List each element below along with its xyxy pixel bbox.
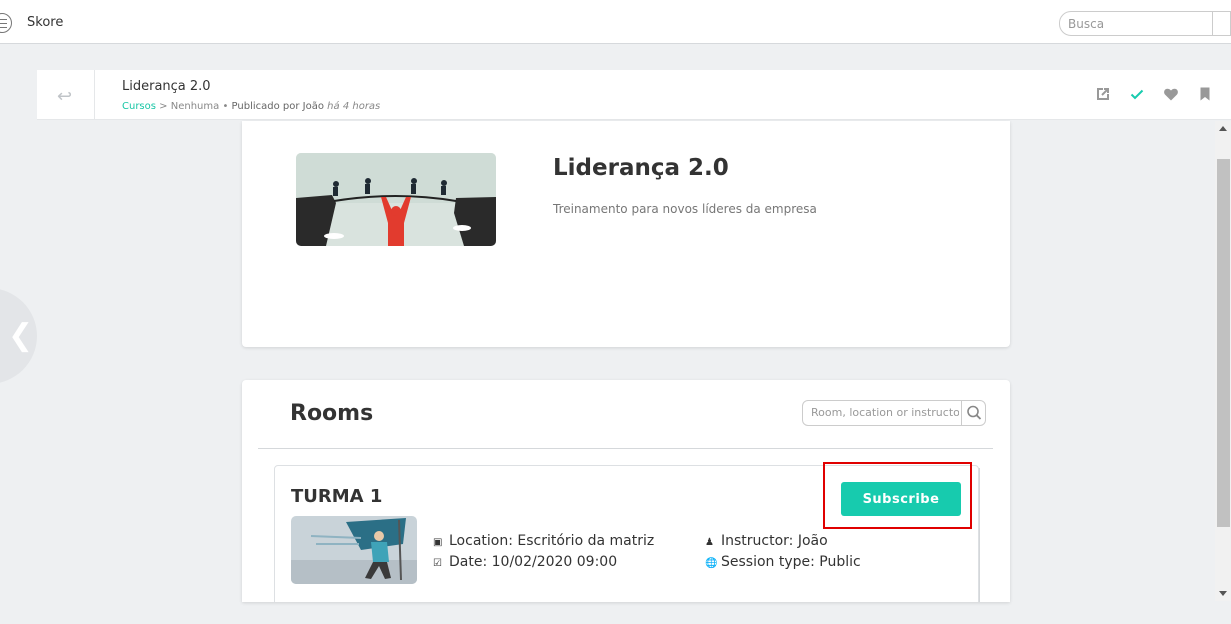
check-icon[interactable] [1129,86,1145,102]
previous-button[interactable]: ❮ [0,288,37,384]
external-link-icon[interactable] [1095,86,1111,102]
globe-icon: 🌐 [705,558,718,569]
room-search[interactable] [802,400,986,426]
calendar-check-icon: ☑ [433,558,442,569]
subscribe-highlight [823,462,972,529]
room-name: TURMA 1 [291,486,383,507]
breadcrumb: Cursos > Nenhuma • Publicado por João há… [122,101,380,112]
room-instructor-text: Instructor: João [721,533,828,549]
back-arrow-icon: ↩ [57,86,73,107]
room-date-text: Date: 10/02/2020 09:00 [449,554,618,570]
course-image [296,153,496,246]
room-search-button[interactable] [961,401,985,425]
breadcrumb-separator: > [159,101,168,112]
course-description: Treinamento para novos líderes da empres… [553,202,817,216]
course-card: Liderança 2.0 Treinamento para novos líd… [242,121,1010,347]
content-header: ↩ Liderança 2.0 Cursos > Nenhuma • Publi… [37,70,1231,120]
room-search-input[interactable] [811,406,959,419]
content-title: Liderança 2.0 [122,79,211,94]
scrollbar[interactable] [1215,121,1231,601]
bookmark-icon[interactable] [1197,86,1213,102]
top-bar: Skore [0,0,1231,44]
room-date: ☑ Date: 10/02/2020 09:00 [433,554,617,570]
room-location-text: Location: Escritório da matriz [449,533,655,549]
breadcrumb-subcategory: Nenhuma [170,101,220,112]
rooms-heading: Rooms [290,401,374,426]
room-session-type: 🌐 Session type: Public [705,554,861,570]
scrollbar-thumb[interactable] [1217,159,1230,527]
room-instructor: ♟ Instructor: João [705,533,828,549]
global-search-input[interactable] [1068,17,1208,31]
room-location: ▣ Location: Escritório da matriz [433,533,654,549]
breadcrumb-category[interactable]: Cursos [122,101,156,112]
scroll-down-arrow-icon[interactable] [1219,591,1227,596]
search-icon [967,405,982,420]
menu-icon[interactable] [0,13,12,33]
breadcrumb-bullet: • [222,101,229,112]
room-image [291,516,417,584]
rooms-divider [258,448,993,449]
search-divider [1212,12,1213,35]
map-icon: ▣ [433,537,443,548]
global-search[interactable] [1059,11,1231,36]
heart-icon[interactable] [1163,86,1179,102]
room-session-type-text: Session type: Public [721,554,861,570]
instructor-icon: ♟ [705,537,714,548]
scroll-up-arrow-icon[interactable] [1219,126,1227,131]
back-button[interactable]: ↩ [37,70,95,120]
published-time: há 4 horas [327,101,381,112]
published-by: Publicado por João [231,101,324,112]
course-title: Liderança 2.0 [553,155,729,181]
app-title: Skore [27,15,64,30]
chevron-left-icon: ❮ [8,318,34,353]
